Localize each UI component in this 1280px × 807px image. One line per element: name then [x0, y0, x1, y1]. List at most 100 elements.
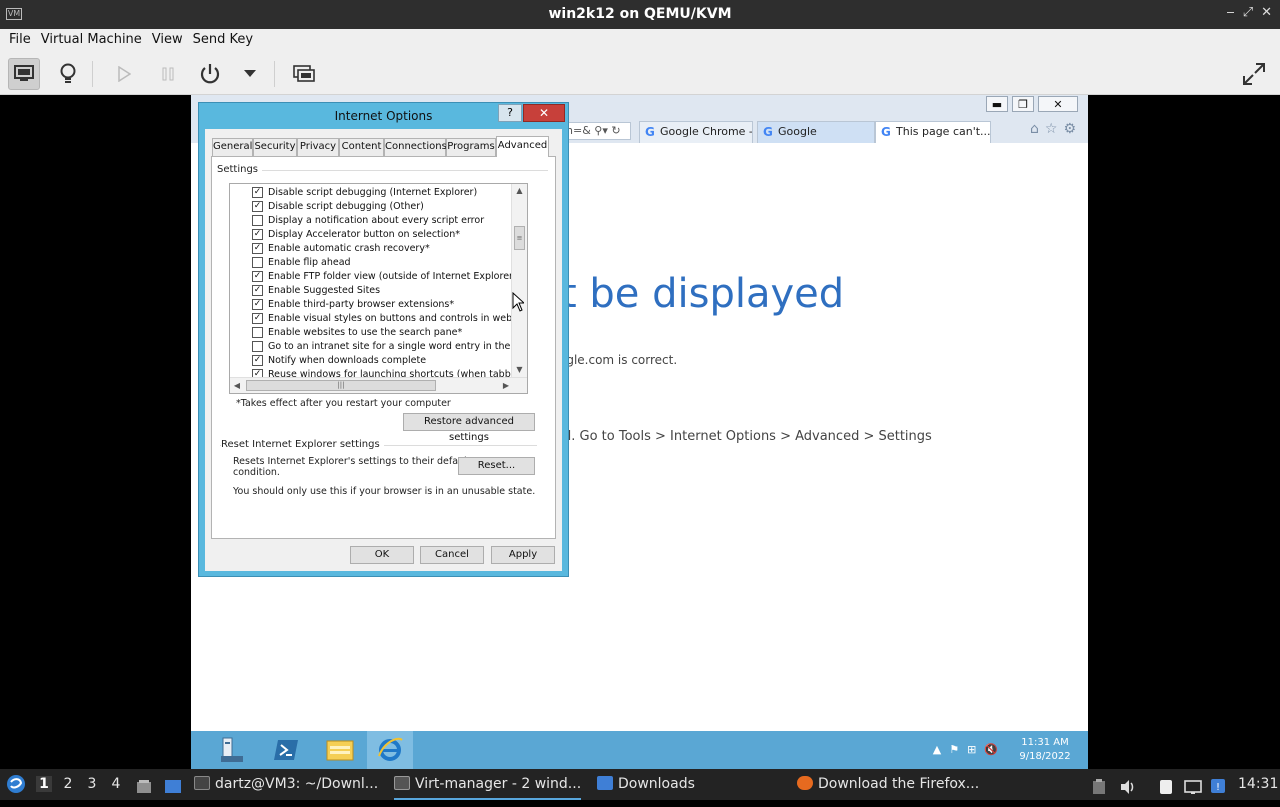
tab-security[interactable]: Security	[253, 138, 297, 156]
setting-checkbox[interactable]	[252, 341, 263, 352]
setting-row[interactable]: ✓ Disable script debugging (Other)	[230, 200, 512, 214]
setting-row[interactable]: ✓ Disable script debugging (Internet Expl…	[230, 186, 512, 200]
menu-send-key[interactable]: Send Key	[188, 29, 258, 53]
tab-advanced[interactable]: Advanced	[496, 136, 549, 157]
console-view-button[interactable]	[8, 58, 40, 90]
action-center-flag-icon[interactable]: ⚑	[949, 743, 959, 756]
menu-file[interactable]: File	[4, 29, 36, 53]
menu-view[interactable]: View	[147, 29, 188, 53]
settings-tree[interactable]: ✓ Disable script debugging (Internet Expl…	[229, 183, 528, 394]
setting-row[interactable]: ✓ Enable Suggested Sites	[230, 284, 512, 298]
setting-row[interactable]: ✓ Enable visual styles on buttons and con…	[230, 312, 512, 326]
tray-clipboard-icon[interactable]	[1092, 776, 1106, 794]
dialog-close-button[interactable]: ✕	[523, 104, 565, 122]
help-button[interactable]: ?	[498, 104, 522, 122]
scroll-left-icon[interactable]: ◀	[230, 378, 244, 393]
details-view-button[interactable]	[52, 58, 84, 90]
setting-checkbox[interactable]: ✓	[252, 355, 263, 366]
ie-taskbar-button[interactable]	[367, 731, 413, 769]
setting-row[interactable]: ✓ Display Accelerator button on selection…	[230, 228, 512, 242]
workspace-3[interactable]: 3	[84, 776, 100, 792]
restore-advanced-settings-button[interactable]: Restore advanced settings	[403, 413, 535, 443]
refresh-icon[interactable]: ↻	[611, 124, 620, 137]
dialog-titlebar[interactable]: Internet Options ? ✕	[199, 103, 568, 129]
hscroll-thumb[interactable]: |||	[246, 380, 436, 391]
network-icon[interactable]: ⊞	[967, 743, 976, 756]
task-virt-manager[interactable]: Virt-manager - 2 wind...	[394, 769, 582, 800]
scroll-right-icon[interactable]: ▶	[499, 378, 513, 393]
tab-programs[interactable]: Programs	[446, 138, 496, 156]
search-icon[interactable]: ⚲▾	[594, 124, 608, 137]
powershell-taskbar-button[interactable]	[263, 731, 309, 769]
tray-chevron-up-icon[interactable]: ▲	[933, 743, 941, 756]
scroll-up-icon[interactable]: ▲	[512, 184, 527, 198]
cancel-button[interactable]: Cancel	[420, 546, 484, 564]
setting-checkbox[interactable]: ✓	[252, 299, 263, 310]
file-manager-launcher[interactable]	[136, 776, 152, 794]
setting-row[interactable]: Go to an intranet site for a single word…	[230, 340, 512, 354]
start-menu-button[interactable]	[6, 774, 26, 796]
scroll-thumb[interactable]: ≡	[514, 226, 525, 250]
ie-restore-button[interactable]: ❐	[1012, 96, 1034, 112]
home-icon[interactable]: ⌂	[1030, 121, 1039, 137]
snapshots-button[interactable]	[288, 58, 320, 90]
tray-update-icon[interactable]: !	[1210, 775, 1226, 793]
workspace-1[interactable]: 1	[36, 776, 52, 792]
tab-privacy[interactable]: Privacy	[297, 138, 339, 156]
ok-button[interactable]: OK	[350, 546, 414, 564]
show-desktop-launcher[interactable]	[164, 776, 182, 794]
apply-button[interactable]: Apply	[491, 546, 555, 564]
shutdown-menu-button[interactable]	[234, 58, 266, 90]
shutdown-button[interactable]	[194, 58, 226, 90]
scroll-down-icon[interactable]: ▼	[512, 363, 527, 377]
ie-tab-google-chrome[interactable]: G Google Chrome - ...	[639, 121, 753, 143]
gear-icon[interactable]: ⚙	[1063, 121, 1076, 137]
windows-clock[interactable]: 11:31 AM 9/18/2022	[1010, 736, 1080, 764]
tab-general[interactable]: General	[212, 138, 253, 156]
settings-vertical-scrollbar[interactable]: ▲ ≡ ▼	[511, 184, 527, 377]
setting-row[interactable]: ✓ Enable FTP folder view (outside of Inte…	[230, 270, 512, 284]
volume-muted-icon[interactable]: 🔇	[984, 743, 998, 756]
setting-checkbox[interactable]: ✓	[252, 285, 263, 296]
setting-checkbox[interactable]: ✓	[252, 313, 263, 324]
ie-close-button[interactable]: ✕	[1038, 96, 1078, 112]
task-terminal[interactable]: dartz@VM3: ~/Downl...	[194, 769, 378, 800]
setting-checkbox[interactable]	[252, 257, 263, 268]
task-firefox[interactable]: Download the Firefox...	[797, 769, 979, 800]
ie-tab-google[interactable]: G Google	[757, 121, 875, 143]
reset-button[interactable]: Reset...	[458, 457, 535, 475]
settings-horizontal-scrollbar[interactable]: ◀ ||| ▶	[230, 377, 527, 393]
setting-row[interactable]: ✓ Notify when downloads complete	[230, 354, 512, 368]
setting-row[interactable]: Enable websites to use the search pane*	[230, 326, 512, 340]
setting-checkbox[interactable]: ✓	[252, 187, 263, 198]
setting-checkbox[interactable]	[252, 215, 263, 226]
run-button[interactable]	[108, 58, 140, 90]
maximize-button[interactable]: ⤢	[1243, 5, 1253, 20]
explorer-taskbar-button[interactable]	[317, 731, 363, 769]
ie-tab-error-page[interactable]: GThis page can't... ✕	[875, 121, 991, 143]
setting-checkbox[interactable]: ✓	[252, 201, 263, 212]
setting-row[interactable]: Enable flip ahead	[230, 256, 512, 270]
workspace-4[interactable]: 4	[108, 776, 124, 792]
pause-button[interactable]	[152, 58, 184, 90]
setting-row[interactable]: Display a notification about every scrip…	[230, 214, 512, 228]
menu-virtual-machine[interactable]: Virtual Machine	[36, 29, 147, 53]
task-downloads[interactable]: Downloads	[597, 769, 695, 800]
minimize-button[interactable]: ‒	[1226, 5, 1234, 20]
ie-address-bar[interactable]: n=& ⚲▾ ↻	[561, 122, 631, 140]
setting-checkbox[interactable]: ✓	[252, 229, 263, 240]
fullscreen-button[interactable]	[1238, 58, 1270, 90]
ie-minimize-button[interactable]: ▬	[986, 96, 1008, 112]
favorites-star-icon[interactable]: ☆	[1045, 121, 1058, 137]
setting-checkbox[interactable]: ✓	[252, 243, 263, 254]
tab-connections[interactable]: Connections	[384, 138, 447, 156]
setting-checkbox[interactable]: ✓	[252, 271, 263, 282]
tray-volume-icon[interactable]	[1120, 776, 1136, 794]
close-button[interactable]: ✕	[1261, 5, 1272, 20]
tray-notes-icon[interactable]	[1158, 776, 1174, 794]
tab-content[interactable]: Content	[339, 138, 384, 156]
server-manager-taskbar-button[interactable]	[209, 731, 255, 769]
host-clock[interactable]: 14:31	[1238, 769, 1278, 800]
setting-row[interactable]: ✓ Enable third-party browser extensions*	[230, 298, 512, 312]
tray-display-icon[interactable]	[1184, 776, 1202, 794]
